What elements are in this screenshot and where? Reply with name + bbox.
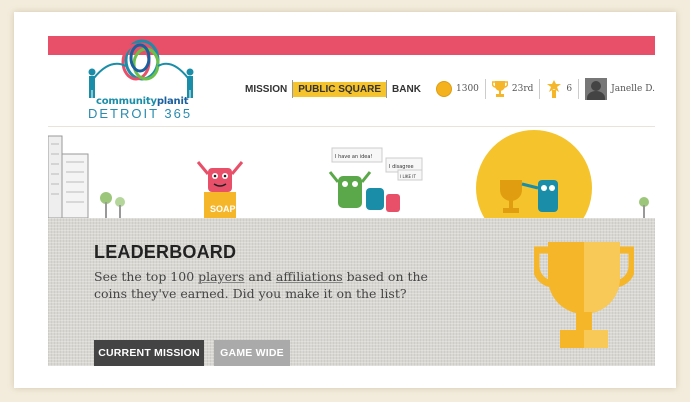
desc-text: and <box>244 269 276 284</box>
hero-illustration: SOAP I have an idea! I disagree I LIKE I… <box>48 130 649 218</box>
soap-label: SOAP <box>210 204 236 214</box>
desc-text: See the top 100 <box>94 269 199 284</box>
leaderboard-panel: LEADERBOARD See the top 100 players and … <box>48 218 655 366</box>
bubble-text: I have an idea! <box>335 154 372 160</box>
players-link[interactable]: players <box>198 269 244 284</box>
affiliations-link[interactable]: affiliations <box>276 269 343 284</box>
rank-stat[interactable]: 23rd <box>491 80 534 98</box>
characters-group-icon <box>328 171 400 212</box>
main-nav: MISSION PUBLIC SQUARE BANK <box>240 80 426 98</box>
leaderboard-description: See the top 100 players and affiliations… <box>94 268 464 302</box>
user-profile[interactable]: Janelle D. <box>585 78 655 100</box>
bubble-text: I LIKE IT <box>400 174 416 179</box>
stat-separator <box>484 79 486 99</box>
user-stats: 1300 23rd 6 Janelle D. <box>436 76 655 102</box>
coins-stat[interactable]: 1300 <box>436 81 479 97</box>
logo-city: DETROIT 365 <box>88 106 193 121</box>
coin-icon <box>436 81 452 97</box>
nav-public-square[interactable]: PUBLIC SQUARE <box>293 81 387 97</box>
nav-bank[interactable]: BANK <box>387 82 426 97</box>
user-avatar <box>585 78 608 100</box>
sun-circle-icon <box>476 130 592 218</box>
coins-count: 1300 <box>456 84 479 94</box>
header-divider <box>48 126 655 127</box>
stat-separator <box>578 79 580 99</box>
bubble-text: I disagree <box>389 164 414 170</box>
badge-icon <box>547 80 562 98</box>
game-wide-button[interactable]: GAME WIDE <box>214 340 290 366</box>
nav-mission[interactable]: MISSION <box>240 82 292 97</box>
current-mission-button[interactable]: CURRENT MISSION <box>94 340 204 366</box>
trophy-icon <box>491 81 508 97</box>
large-trophy-icon <box>534 242 634 348</box>
city-buildings-icon <box>48 135 89 218</box>
stat-separator <box>539 79 541 99</box>
badges-count: 6 <box>566 84 573 94</box>
user-name: Janelle D. <box>611 84 655 94</box>
badges-stat[interactable]: 6 <box>546 80 572 98</box>
rank-value: 23rd <box>511 84 534 94</box>
leaderboard-title: LEADERBOARD <box>94 242 237 262</box>
